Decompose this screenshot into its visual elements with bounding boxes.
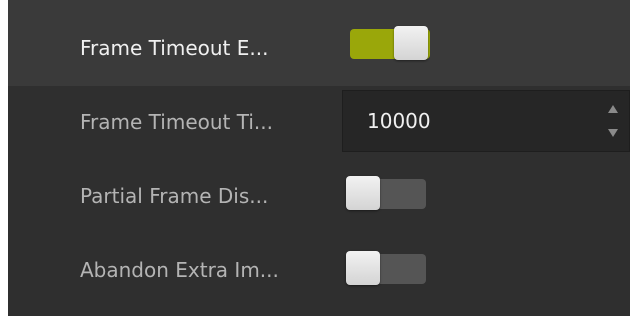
frame-timeout-enable-toggle[interactable] (350, 26, 430, 60)
toggle-thumb (346, 251, 380, 285)
spin-down-arrow-icon[interactable] (605, 125, 621, 141)
frame-timeout-time-input[interactable] (343, 91, 583, 151)
properties-panel: Frame Timeout E... Frame Timeout Ti... P… (8, 0, 630, 316)
partial-frame-discard-toggle[interactable] (346, 176, 426, 210)
frame-timeout-time-spinbox (342, 90, 630, 152)
spin-up-arrow-icon[interactable] (605, 101, 621, 117)
frame-timeout-enable-label: Frame Timeout E... (80, 36, 269, 60)
partial-frame-discard-label: Partial Frame Dis... (80, 184, 269, 208)
toggle-thumb (394, 26, 428, 60)
abandon-extra-images-label: Abandon Extra Im... (80, 258, 279, 282)
frame-timeout-time-label: Frame Timeout Ti... (80, 110, 273, 134)
abandon-extra-images-toggle[interactable] (346, 251, 426, 285)
toggle-thumb (346, 176, 380, 210)
row-frame-timeout-enable: Frame Timeout E... (8, 0, 630, 86)
